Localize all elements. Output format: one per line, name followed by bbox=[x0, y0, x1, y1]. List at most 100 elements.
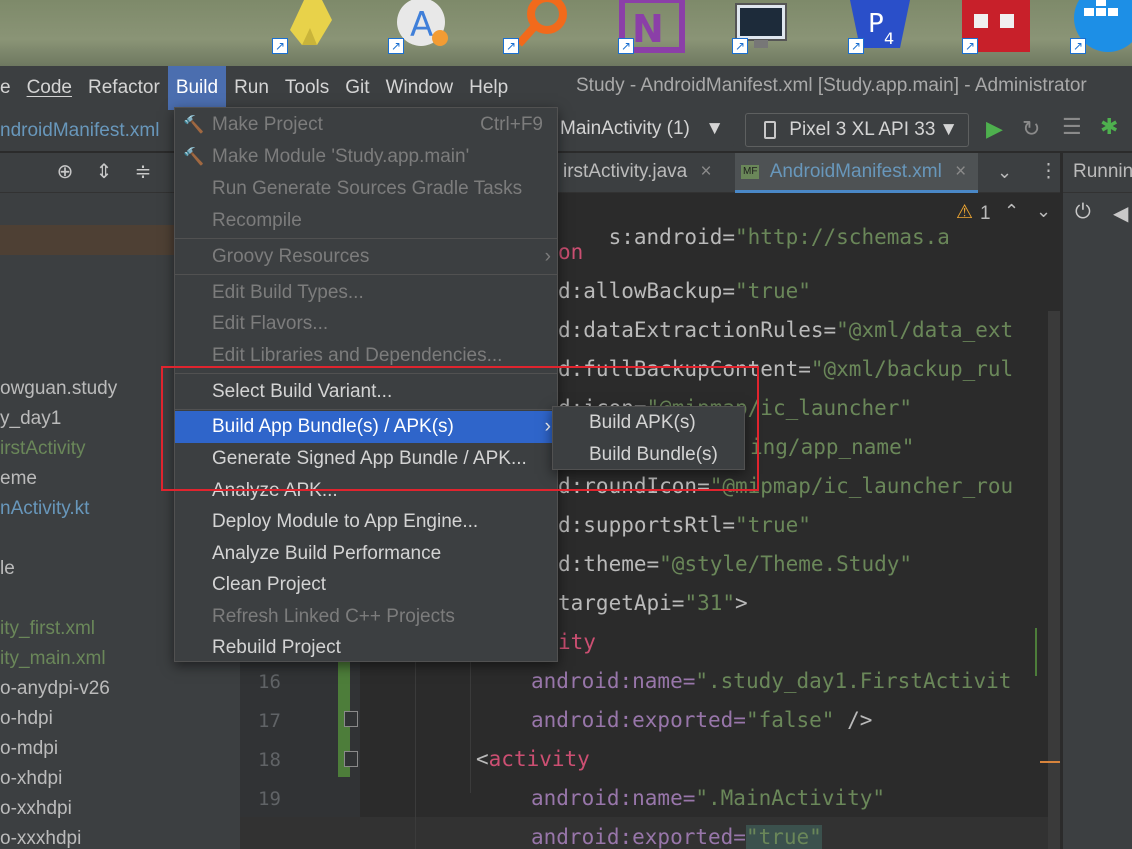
tabs-dropdown-chevron-icon[interactable]: ⌄ bbox=[997, 153, 1012, 193]
warning-icon[interactable]: ⚠ bbox=[956, 201, 973, 224]
shortcut-arrow-icon: ↗ bbox=[503, 38, 519, 54]
tab-android-manifest[interactable]: MF AndroidManifest.xml × bbox=[735, 153, 978, 193]
close-icon[interactable]: × bbox=[955, 161, 966, 182]
tree-item[interactable]: le bbox=[0, 554, 15, 584]
menu-item-make-module[interactable]: 🔨 Make Module 'Study.app.main' bbox=[175, 141, 557, 173]
run-icon[interactable]: ▶ bbox=[986, 116, 1003, 142]
chevron-right-icon: › bbox=[544, 416, 551, 437]
device-dropdown[interactable]: Pixel 3 XL API 33 ▼ bbox=[745, 113, 969, 147]
menu-item-select-build-variant[interactable]: Select Build Variant... bbox=[175, 376, 557, 408]
desktop-shortcut-blue-v4-app-icon[interactable]: P4 ↗ bbox=[848, 0, 918, 60]
warning-stripe-marker bbox=[1040, 761, 1060, 763]
previous-warning-icon[interactable]: ⌃ bbox=[1004, 201, 1019, 222]
menu-item-make-project[interactable]: 🔨 Make Project Ctrl+F9 bbox=[175, 109, 557, 141]
menu-help[interactable]: Help bbox=[461, 66, 516, 110]
tree-item[interactable]: o-xxxhdpi bbox=[0, 824, 81, 849]
locate-target-icon[interactable]: ⊕ bbox=[54, 161, 76, 183]
chevron-right-icon: › bbox=[544, 246, 551, 267]
close-icon[interactable]: × bbox=[701, 161, 712, 182]
menu-file[interactable]: e bbox=[0, 66, 19, 110]
list-icon[interactable]: ☰ bbox=[1062, 114, 1082, 140]
menu-bar: e Code Refactor Build Run Tools Git Wind… bbox=[0, 66, 1132, 110]
next-warning-icon[interactable]: ⌄ bbox=[1036, 201, 1051, 222]
menu-item-refresh-cpp[interactable]: Refresh Linked C++ Projects bbox=[175, 601, 557, 633]
build-menu-dropdown: 🔨 Make Project Ctrl+F9 🔨 Make Module 'St… bbox=[174, 107, 558, 662]
menu-git[interactable]: Git bbox=[337, 66, 377, 110]
menu-item-clean-project[interactable]: Clean Project bbox=[175, 569, 557, 601]
menu-item-edit-flavors[interactable]: Edit Flavors... bbox=[175, 308, 557, 340]
tree-item[interactable]: o-xxhdpi bbox=[0, 794, 72, 824]
line-number: 17 bbox=[258, 710, 281, 732]
code-line: s:android="http://schemas.ar bbox=[608, 225, 948, 249]
shortcut-arrow-icon: ↗ bbox=[1070, 38, 1086, 54]
menu-item-rebuild-project[interactable]: Rebuild Project bbox=[175, 632, 557, 664]
menu-item-build-bundle-apk[interactable]: Build App Bundle(s) / APK(s) › bbox=[175, 411, 557, 443]
breadcrumb-file[interactable]: ndroidManifest.xml bbox=[0, 120, 159, 142]
menu-refactor[interactable]: Refactor bbox=[80, 66, 168, 110]
code-line: d:dataExtractionRules="@xml/data_ext bbox=[558, 318, 1014, 342]
toolbar: ndroidManifest.xml MainActivity (1) ▼ Pi… bbox=[0, 110, 1132, 152]
menu-tools[interactable]: Tools bbox=[277, 66, 337, 110]
tree-item[interactable]: owguan.study bbox=[0, 374, 117, 404]
debug-bug-icon[interactable]: ✱ bbox=[1100, 114, 1118, 140]
menu-item-run-generate-sources[interactable]: Run Generate Sources Gradle Tasks bbox=[175, 173, 557, 205]
run-config-dropdown[interactable]: MainActivity (1) ▼ bbox=[552, 113, 734, 147]
menu-build[interactable]: Build bbox=[167, 66, 227, 110]
shortcut-arrow-icon: ↗ bbox=[732, 38, 748, 54]
tree-item[interactable]: nActivity.kt bbox=[0, 494, 89, 524]
tab-first-activity[interactable]: irstActivity.java × bbox=[563, 153, 712, 193]
menu-run[interactable]: Run bbox=[226, 66, 277, 110]
menu-item-recompile[interactable]: Recompile bbox=[175, 205, 557, 237]
line-number: 18 bbox=[258, 749, 281, 771]
desktop-shortcut-docker-icon[interactable]: ↗ bbox=[1070, 0, 1132, 60]
menu-item-generate-signed[interactable]: Generate Signed App Bundle / APK... bbox=[175, 443, 557, 475]
hammer-icon: 🔨 bbox=[183, 147, 205, 166]
run-panel-title: Runnin bbox=[1073, 161, 1132, 182]
code-line: targetApi="31"> bbox=[558, 591, 748, 615]
tree-item[interactable]: o-xhdpi bbox=[0, 764, 62, 794]
window-title: Study - AndroidManifest.xml [Study.app.m… bbox=[576, 75, 1087, 96]
run-tool-window: Runnin ⏻ ◀ bbox=[1062, 153, 1132, 849]
power-icon[interactable]: ⏻ bbox=[1075, 201, 1091, 224]
expand-all-icon[interactable]: ⇕ bbox=[93, 161, 115, 183]
menu-code[interactable]: Code bbox=[19, 66, 80, 110]
desktop-shortcut-search-app-icon[interactable]: ↗ bbox=[503, 0, 573, 60]
shortcut-arrow-icon: ↗ bbox=[388, 38, 404, 54]
shortcut-arrow-icon: ↗ bbox=[618, 38, 634, 54]
tree-item[interactable]: o-mdpi bbox=[0, 734, 58, 764]
menu-item-deploy-module[interactable]: Deploy Module to App Engine... bbox=[175, 506, 557, 538]
tab-label: AndroidManifest.xml bbox=[769, 161, 942, 182]
menu-separator bbox=[175, 409, 557, 410]
menu-separator bbox=[175, 274, 557, 275]
desktop-shortcut-android-studio-icon[interactable]: A ↗ bbox=[388, 0, 458, 60]
speaker-icon[interactable]: ◀ bbox=[1113, 201, 1128, 226]
tab-label: irstActivity.java bbox=[563, 161, 688, 182]
fold-marker-icon[interactable] bbox=[344, 751, 358, 767]
desktop-shortcut-yellow-app-icon[interactable]: ↗ bbox=[272, 0, 342, 60]
menu-item-analyze-build-performance[interactable]: Analyze Build Performance bbox=[175, 538, 557, 570]
tree-item[interactable]: o-hdpi bbox=[0, 704, 53, 734]
tree-item[interactable]: y_day1 bbox=[0, 404, 61, 434]
scrollbar-track[interactable] bbox=[1048, 311, 1060, 849]
collapse-all-icon[interactable]: ≑ bbox=[132, 161, 154, 183]
tree-item[interactable]: eme bbox=[0, 464, 37, 494]
desktop-shortcut-red-app-icon[interactable]: ↗ bbox=[962, 0, 1032, 60]
menu-item-groovy-resources[interactable]: Groovy Resources › bbox=[175, 241, 557, 273]
code-line: on bbox=[558, 240, 584, 264]
desktop-shortcut-purple-app-icon[interactable]: N ↗ bbox=[618, 0, 688, 60]
tree-item[interactable]: irstActivity bbox=[0, 434, 86, 464]
tree-item[interactable]: o-anydpi-v26 bbox=[0, 674, 110, 704]
submenu-item-build-apks[interactable]: Build APK(s) bbox=[553, 407, 744, 439]
desktop-shortcut-monitor-app-icon[interactable]: ↗ bbox=[732, 0, 802, 60]
fold-marker-icon[interactable] bbox=[344, 711, 358, 727]
code-line: d:roundIcon="@mipmap/ic_launcher_rou bbox=[558, 474, 1014, 498]
submenu-item-build-bundles[interactable]: Build Bundle(s) bbox=[553, 439, 744, 471]
tree-item[interactable]: ity_main.xml bbox=[0, 644, 106, 674]
menu-item-edit-libraries[interactable]: Edit Libraries and Dependencies... bbox=[175, 340, 557, 372]
tree-item[interactable]: ity_first.xml bbox=[0, 614, 95, 644]
apply-changes-icon[interactable]: ↻ bbox=[1022, 116, 1040, 142]
menu-window[interactable]: Window bbox=[378, 66, 462, 110]
menu-item-analyze-apk[interactable]: Analyze APK... bbox=[175, 475, 557, 507]
menu-item-edit-build-types[interactable]: Edit Build Types... bbox=[175, 277, 557, 309]
more-vertical-icon[interactable]: ⋮ bbox=[1039, 153, 1058, 193]
